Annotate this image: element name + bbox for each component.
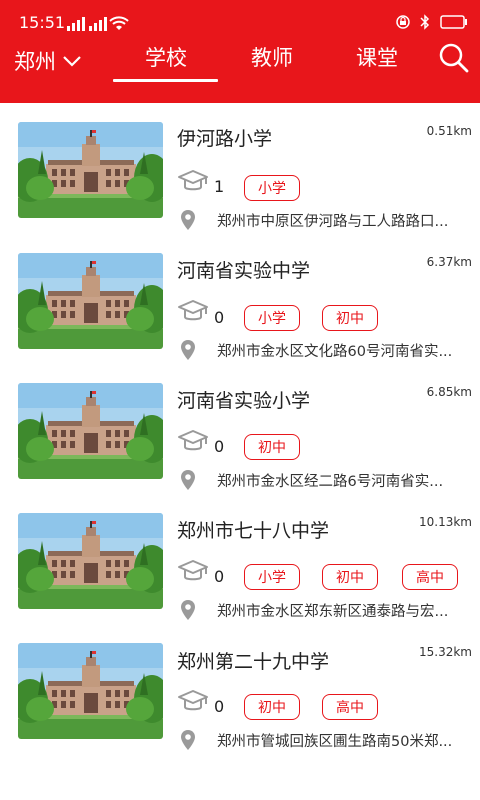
location-pin-icon [180, 599, 196, 621]
status-right [396, 14, 468, 30]
school-list-item[interactable]: 河南省实验中学 6.37km 0 小学 初中 郑州市金水区文化路60号河南省实.… [0, 250, 480, 380]
school-address: 郑州市管城回族区圃生路南50米郑... [217, 734, 453, 750]
status-time: 15:51 [19, 13, 66, 32]
chevron-down-icon [63, 56, 81, 67]
school-distance: 15.32km [419, 645, 472, 659]
location-pin-icon [180, 209, 196, 231]
school-address: 郑州市金水区郑东新区通泰路与宏... [217, 604, 449, 620]
top-nav: 郑州 学校 教师 课堂 [0, 36, 480, 103]
level-tag: 小学 [244, 305, 300, 331]
school-distance: 6.85km [426, 385, 472, 399]
level-tag: 初中 [244, 694, 300, 720]
city-label: 郑州 [14, 50, 56, 74]
school-name: 河南省实验中学 [177, 260, 311, 282]
cellular-signal-icon [67, 17, 85, 31]
school-list-item[interactable]: 郑州第二十九中学 15.32km 0 初中 高中 郑州市管城回族区圃生路南50米… [0, 640, 480, 770]
location-pin-icon [180, 729, 196, 751]
graduation-cap-icon [177, 168, 209, 194]
active-tab-indicator [113, 79, 218, 82]
school-thumbnail [18, 513, 163, 609]
level-tag: 小学 [244, 175, 300, 201]
location-pin-icon [180, 339, 196, 361]
graduation-cap-icon [177, 428, 209, 454]
school-name: 伊河路小学 [177, 128, 273, 150]
lock-rotation-icon [396, 15, 410, 29]
school-address: 郑州市金水区经二路6号河南省实... [217, 474, 444, 490]
level-tag: 初中 [244, 434, 300, 460]
location-pin-icon [180, 469, 196, 491]
level-tag: 高中 [402, 564, 458, 590]
level-tag: 高中 [322, 694, 378, 720]
city-selector[interactable]: 郑州 [14, 46, 82, 76]
level-tag: 初中 [322, 305, 378, 331]
graduation-cap-icon [177, 558, 209, 584]
school-name: 郑州市七十八中学 [177, 520, 330, 542]
school-count: 1 [214, 177, 225, 196]
tab-teacher[interactable]: 教师 [220, 42, 324, 72]
status-bar: 15:51 [0, 0, 480, 36]
wifi-icon [109, 16, 129, 30]
school-name: 郑州第二十九中学 [177, 651, 330, 673]
school-list-item[interactable]: 河南省实验小学 6.85km 0 初中 郑州市金水区经二路6号河南省实... [0, 380, 480, 510]
school-thumbnail [18, 383, 163, 479]
search-icon[interactable] [438, 42, 470, 74]
school-count: 0 [214, 567, 225, 586]
graduation-cap-icon [177, 298, 209, 324]
school-thumbnail [18, 122, 163, 218]
school-address: 郑州市中原区伊河路与工人路路口... [217, 214, 449, 230]
school-distance: 0.51km [426, 124, 472, 138]
graduation-cap-icon [177, 688, 209, 714]
school-thumbnail [18, 253, 163, 349]
app-header: 15:51 郑州 学校 教师 课堂 [0, 0, 480, 103]
school-thumbnail [18, 643, 163, 739]
level-tag: 小学 [244, 564, 300, 590]
cellular-signal-2-icon [89, 17, 107, 31]
school-count: 0 [214, 308, 225, 327]
battery-icon [440, 15, 467, 29]
school-address: 郑州市金水区文化路60号河南省实... [217, 344, 453, 360]
level-tag: 初中 [322, 564, 378, 590]
school-list-item[interactable]: 郑州市七十八中学 10.13km 0 小学 初中 高中 郑州市金水区郑东新区通泰… [0, 510, 480, 640]
tab-school[interactable]: 学校 [114, 42, 218, 72]
tab-classroom[interactable]: 课堂 [325, 42, 429, 72]
school-count: 0 [214, 437, 225, 456]
school-distance: 6.37km [426, 255, 472, 269]
school-distance: 10.13km [419, 515, 472, 529]
bluetooth-icon [420, 14, 430, 30]
school-count: 0 [214, 697, 225, 716]
school-list-item[interactable]: 伊河路小学 0.51km 1 小学 郑州市中原区伊河路与工人路路口... [0, 120, 480, 250]
school-name: 河南省实验小学 [177, 390, 311, 412]
